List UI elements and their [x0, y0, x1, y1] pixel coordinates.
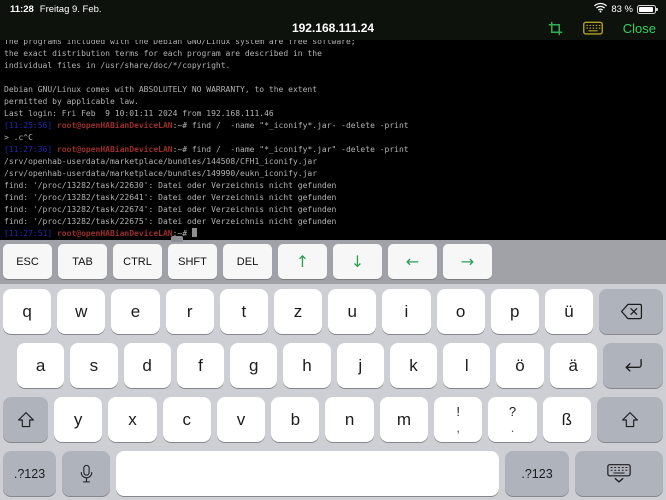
key-t[interactable]: t — [220, 289, 268, 334]
terminal-line: Debian GNU/Linux comes with ABSOLUTELY N… — [4, 84, 666, 96]
terminal-output: The programs included with the Debian GN… — [4, 36, 666, 240]
space-key[interactable] — [116, 451, 499, 496]
drag-handle[interactable] — [171, 236, 183, 242]
terminal-line: Last login: Fri Feb 9 10:01:11 2024 from… — [4, 108, 666, 120]
dismiss-keyboard-key[interactable] — [575, 451, 663, 496]
key-r[interactable]: r — [166, 289, 214, 334]
accessory-key-arrow-down[interactable]: ↓ — [333, 244, 382, 279]
accessory-key-tab[interactable]: TAB — [58, 244, 107, 279]
key-a[interactable]: a — [17, 343, 64, 388]
key-eszett[interactable]: ß — [543, 397, 591, 442]
key-y[interactable]: y — [54, 397, 102, 442]
terminal-line: find: '/proc/13282/task/22674': Datei od… — [4, 204, 666, 216]
app-screen: 11:28 Freitag 9. Feb. 83 % 192.168.111.2… — [0, 0, 666, 500]
accessory-key-arrow-right[interactable]: → — [443, 244, 492, 279]
key-s[interactable]: s — [70, 343, 117, 388]
key-k[interactable]: k — [390, 343, 437, 388]
accessory-key-arrow-left[interactable]: ← — [388, 244, 437, 279]
onscreen-keyboard: qwertzuiopü asdfghjklöä yxcvbnm!,?.ß .?1… — [0, 284, 666, 500]
keyboard-toggle-icon[interactable] — [583, 21, 603, 36]
key-j[interactable]: j — [337, 343, 384, 388]
shift-right-key[interactable] — [597, 397, 663, 442]
wifi-icon — [594, 2, 607, 16]
key-g[interactable]: g — [230, 343, 277, 388]
terminal-line: find: '/proc/13282/task/22630': Datei od… — [4, 180, 666, 192]
close-button[interactable]: Close — [623, 21, 656, 36]
keyboard-row-4: .?123 .?123 — [0, 451, 666, 496]
key-ü[interactable]: ü — [545, 289, 593, 334]
terminal-line: [11:27:36] root@openHABianDeviceLAN:~# f… — [4, 144, 666, 156]
crop-resize-icon[interactable] — [548, 21, 563, 36]
key-punct-1[interactable]: !, — [434, 397, 482, 442]
mic-key[interactable] — [62, 451, 110, 496]
terminal-line: find: '/proc/13282/task/22641': Datei od… — [4, 192, 666, 204]
key-q[interactable]: q — [3, 289, 51, 334]
key-f[interactable]: f — [177, 343, 224, 388]
terminal-line: the exact distribution terms for each pr… — [4, 48, 666, 60]
shift-left-key[interactable] — [3, 397, 48, 442]
terminal-line: permitted by applicable law. — [4, 96, 666, 108]
status-bar: 11:28 Freitag 9. Feb. 83 % — [0, 2, 666, 16]
accessory-key-shft[interactable]: SHFT — [168, 244, 217, 279]
key-c[interactable]: c — [163, 397, 211, 442]
key-u[interactable]: u — [328, 289, 376, 334]
status-indicators: 83 % — [594, 2, 656, 16]
battery-icon — [637, 5, 656, 14]
key-o[interactable]: o — [437, 289, 485, 334]
status-time-date: 11:28 Freitag 9. Feb. — [10, 4, 102, 15]
numbers-key-right[interactable]: .?123 — [505, 451, 569, 496]
accessory-key-esc[interactable]: ESC — [3, 244, 52, 279]
return-key[interactable] — [603, 343, 663, 388]
header-bar: 11:28 Freitag 9. Feb. 83 % 192.168.111.2… — [0, 0, 666, 40]
keyboard-row-3: yxcvbnm!,?.ß — [0, 397, 666, 442]
terminal-screen[interactable]: The programs included with the Debian GN… — [0, 36, 666, 240]
accessory-key-del[interactable]: DEL — [223, 244, 272, 279]
terminal-line: /srv/openhab-userdata/marketplace/bundle… — [4, 156, 666, 168]
key-h[interactable]: h — [283, 343, 330, 388]
terminal-line: /srv/openhab-userdata/marketplace/bundle… — [4, 168, 666, 180]
status-date: Freitag 9. Feb. — [40, 4, 102, 15]
terminal-line: [11:25:56] root@openHABianDeviceLAN:~# f… — [4, 120, 666, 132]
accessory-key-ctrl[interactable]: CTRL — [113, 244, 162, 279]
key-ö[interactable]: ö — [496, 343, 543, 388]
key-n[interactable]: n — [325, 397, 373, 442]
accessory-key-arrow-up[interactable]: ↑ — [278, 244, 327, 279]
key-p[interactable]: p — [491, 289, 539, 334]
key-d[interactable]: d — [124, 343, 171, 388]
keyboard-row-2: asdfghjklöä — [0, 343, 666, 388]
accessory-key-row: ESCTABCTRLSHFTDEL↑↓←→ — [0, 240, 666, 279]
numbers-key-left[interactable]: .?123 — [3, 451, 56, 496]
key-ä[interactable]: ä — [550, 343, 597, 388]
key-w[interactable]: w — [57, 289, 105, 334]
key-e[interactable]: e — [111, 289, 159, 334]
key-punct-2[interactable]: ?. — [488, 397, 536, 442]
nav-actions: Close — [548, 21, 656, 36]
terminal-line: individual files in /usr/share/doc/*/cop… — [4, 60, 666, 72]
battery-percent: 83 % — [611, 4, 633, 15]
key-b[interactable]: b — [271, 397, 319, 442]
terminal-accessory-bar: ESCTABCTRLSHFTDEL↑↓←→ — [0, 240, 666, 284]
nav-bar: 192.168.111.24 Close — [0, 16, 666, 40]
terminal-line: > .c^C — [4, 132, 666, 144]
status-time: 11:28 — [10, 4, 34, 15]
backspace-key[interactable] — [599, 289, 663, 334]
key-z[interactable]: z — [274, 289, 322, 334]
keyboard-row-1: qwertzuiopü — [0, 289, 666, 334]
terminal-line: [11:27:51] root@openHABianDeviceLAN:~# — [4, 228, 666, 240]
key-i[interactable]: i — [382, 289, 430, 334]
key-m[interactable]: m — [380, 397, 428, 442]
key-l[interactable]: l — [443, 343, 490, 388]
terminal-line — [4, 72, 666, 84]
terminal-line: find: '/proc/13282/task/22675': Datei od… — [4, 216, 666, 228]
key-x[interactable]: x — [108, 397, 156, 442]
key-v[interactable]: v — [217, 397, 265, 442]
terminal-cursor — [192, 228, 197, 237]
